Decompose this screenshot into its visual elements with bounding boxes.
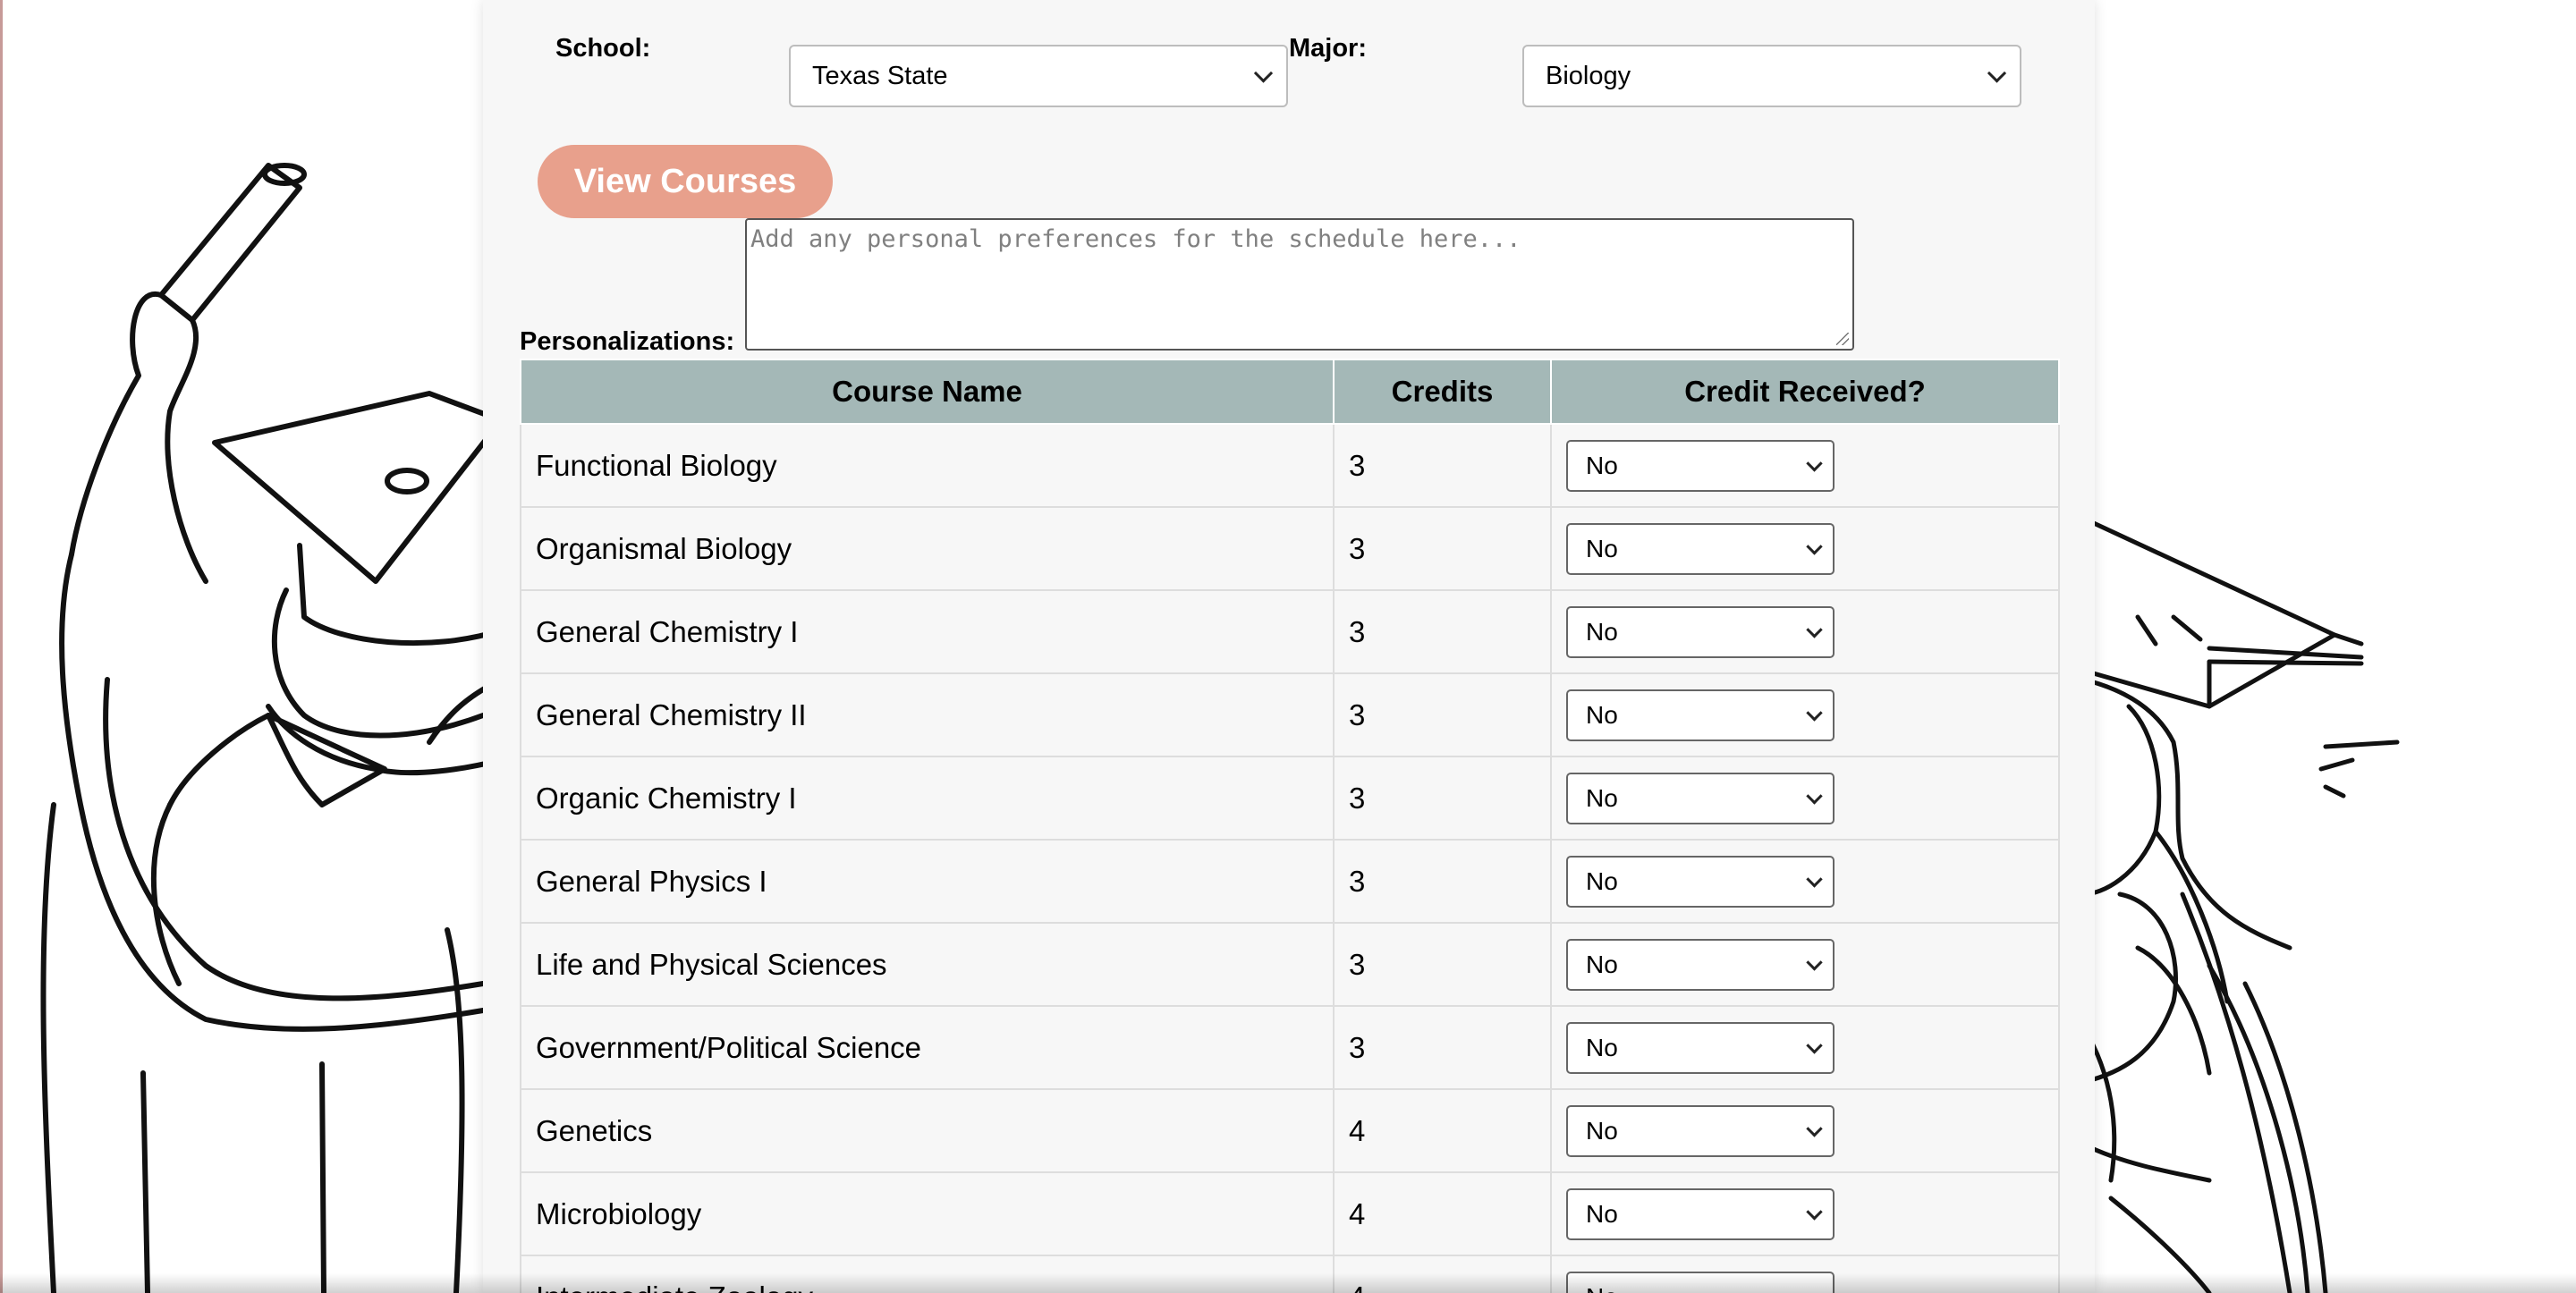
credit-received-cell: No <box>1550 1005 2060 1090</box>
course-name-cell: Government/Political Science <box>520 1005 1335 1090</box>
table-row: General Chemistry II 3 No <box>520 672 2060 757</box>
course-name-cell: General Physics I <box>520 839 1335 924</box>
credit-received-cell: No <box>1550 672 2060 757</box>
chevron-down-icon <box>1806 621 1823 638</box>
credits-cell: 3 <box>1333 506 1552 591</box>
courses-table: Course Name Credits Credit Received? Fun… <box>520 359 2060 1293</box>
credit-received-cell: No <box>1550 589 2060 674</box>
chevron-down-icon <box>1806 870 1823 888</box>
school-label: School: <box>555 34 651 63</box>
credit-received-select[interactable]: No <box>1566 1187 1835 1240</box>
bottom-edge-shadow <box>0 1273 2576 1293</box>
table-row: General Chemistry I 3 No <box>520 589 2060 674</box>
credit-received-value: No <box>1586 950 1618 978</box>
chevron-down-icon <box>1806 787 1823 805</box>
credit-received-value: No <box>1586 534 1618 562</box>
chevron-down-icon <box>1806 454 1823 472</box>
table-row: Government/Political Science 3 No <box>520 1005 2060 1090</box>
course-name-cell: Organismal Biology <box>520 506 1335 591</box>
table-row: Organic Chemistry I 3 No <box>520 756 2060 841</box>
credit-received-cell: No <box>1550 839 2060 924</box>
view-courses-button[interactable]: View Courses <box>538 145 833 218</box>
credit-received-value: No <box>1586 783 1618 812</box>
chevron-down-icon <box>1806 1036 1823 1054</box>
course-name-cell: General Chemistry I <box>520 589 1335 674</box>
graduate-illustration-left <box>40 163 501 1293</box>
credits-cell: 4 <box>1333 1171 1552 1256</box>
credit-received-cell: No <box>1550 1088 2060 1173</box>
credits-cell: 3 <box>1333 839 1552 924</box>
column-header-credits: Credits <box>1333 359 1552 425</box>
chevron-down-icon <box>1806 953 1823 971</box>
chevron-down-icon <box>1806 1120 1823 1137</box>
major-label: Major: <box>1289 34 1367 63</box>
chevron-down-icon <box>1253 63 1274 83</box>
school-select[interactable]: Texas State <box>789 45 1288 107</box>
course-name-cell: Microbiology <box>520 1171 1335 1256</box>
credit-received-cell: No <box>1550 506 2060 591</box>
table-header-row: Course Name Credits Credit Received? <box>520 359 2060 425</box>
graduate-illustration-right <box>2084 516 2400 1293</box>
course-name-cell: General Chemistry II <box>520 672 1335 757</box>
credit-received-value: No <box>1586 866 1618 895</box>
credit-received-select[interactable]: No <box>1566 772 1835 824</box>
credit-received-select[interactable]: No <box>1566 522 1835 575</box>
course-name-cell: Organic Chemistry I <box>520 756 1335 841</box>
major-select-value: Biology <box>1546 61 1631 90</box>
credit-received-select[interactable]: No <box>1566 439 1835 492</box>
credit-received-select[interactable]: No <box>1566 689 1835 741</box>
column-header-course-name: Course Name <box>520 359 1335 425</box>
credits-cell: 4 <box>1333 1088 1552 1173</box>
app-window: School: Texas State Major: Biology View … <box>0 0 2576 1293</box>
credits-cell: 3 <box>1333 922 1552 1007</box>
credits-cell: 3 <box>1333 756 1552 841</box>
personalizations-label: Personalizations: <box>520 327 735 356</box>
credits-cell: 3 <box>1333 423 1552 508</box>
credits-cell: 3 <box>1333 672 1552 757</box>
credit-received-select[interactable]: No <box>1566 938 1835 991</box>
table-row: Microbiology 4 No <box>520 1171 2060 1256</box>
credit-received-value: No <box>1586 700 1618 729</box>
table-row: General Physics I 3 No <box>520 839 2060 924</box>
column-header-credit-received: Credit Received? <box>1550 359 2060 425</box>
chevron-down-icon <box>1987 63 2007 83</box>
table-row: Functional Biology 3 No <box>520 423 2060 508</box>
credit-received-value: No <box>1586 617 1618 646</box>
credit-received-cell: No <box>1550 756 2060 841</box>
credit-received-value: No <box>1586 451 1618 479</box>
credit-received-select[interactable]: No <box>1566 1021 1835 1074</box>
credit-received-select[interactable]: No <box>1566 855 1835 908</box>
major-select[interactable]: Biology <box>1522 45 2021 107</box>
credit-received-value: No <box>1586 1199 1618 1228</box>
credits-cell: 3 <box>1333 1005 1552 1090</box>
table-row: Organismal Biology 3 No <box>520 506 2060 591</box>
credit-received-value: No <box>1586 1033 1618 1061</box>
chevron-down-icon <box>1806 704 1823 722</box>
credit-received-cell: No <box>1550 1171 2060 1256</box>
table-row: Life and Physical Sciences 3 No <box>520 922 2060 1007</box>
course-name-cell: Life and Physical Sciences <box>520 922 1335 1007</box>
credit-received-cell: No <box>1550 922 2060 1007</box>
course-name-cell: Genetics <box>520 1088 1335 1173</box>
chevron-down-icon <box>1806 1203 1823 1221</box>
table-row: Genetics 4 No <box>520 1088 2060 1173</box>
chevron-down-icon <box>1806 537 1823 555</box>
school-select-value: Texas State <box>812 61 948 90</box>
personalizations-textarea[interactable]: Add any personal preferences for the sch… <box>745 218 1854 351</box>
course-name-cell: Functional Biology <box>520 423 1335 508</box>
credit-received-select[interactable]: No <box>1566 605 1835 658</box>
personalizations-placeholder: Add any personal preferences for the sch… <box>750 225 1521 253</box>
credit-received-cell: No <box>1550 423 2060 508</box>
credits-cell: 3 <box>1333 589 1552 674</box>
credit-received-select[interactable]: No <box>1566 1104 1835 1157</box>
window-edge <box>0 0 3 1293</box>
credit-received-value: No <box>1586 1116 1618 1145</box>
resize-handle-icon[interactable] <box>1836 333 1849 345</box>
